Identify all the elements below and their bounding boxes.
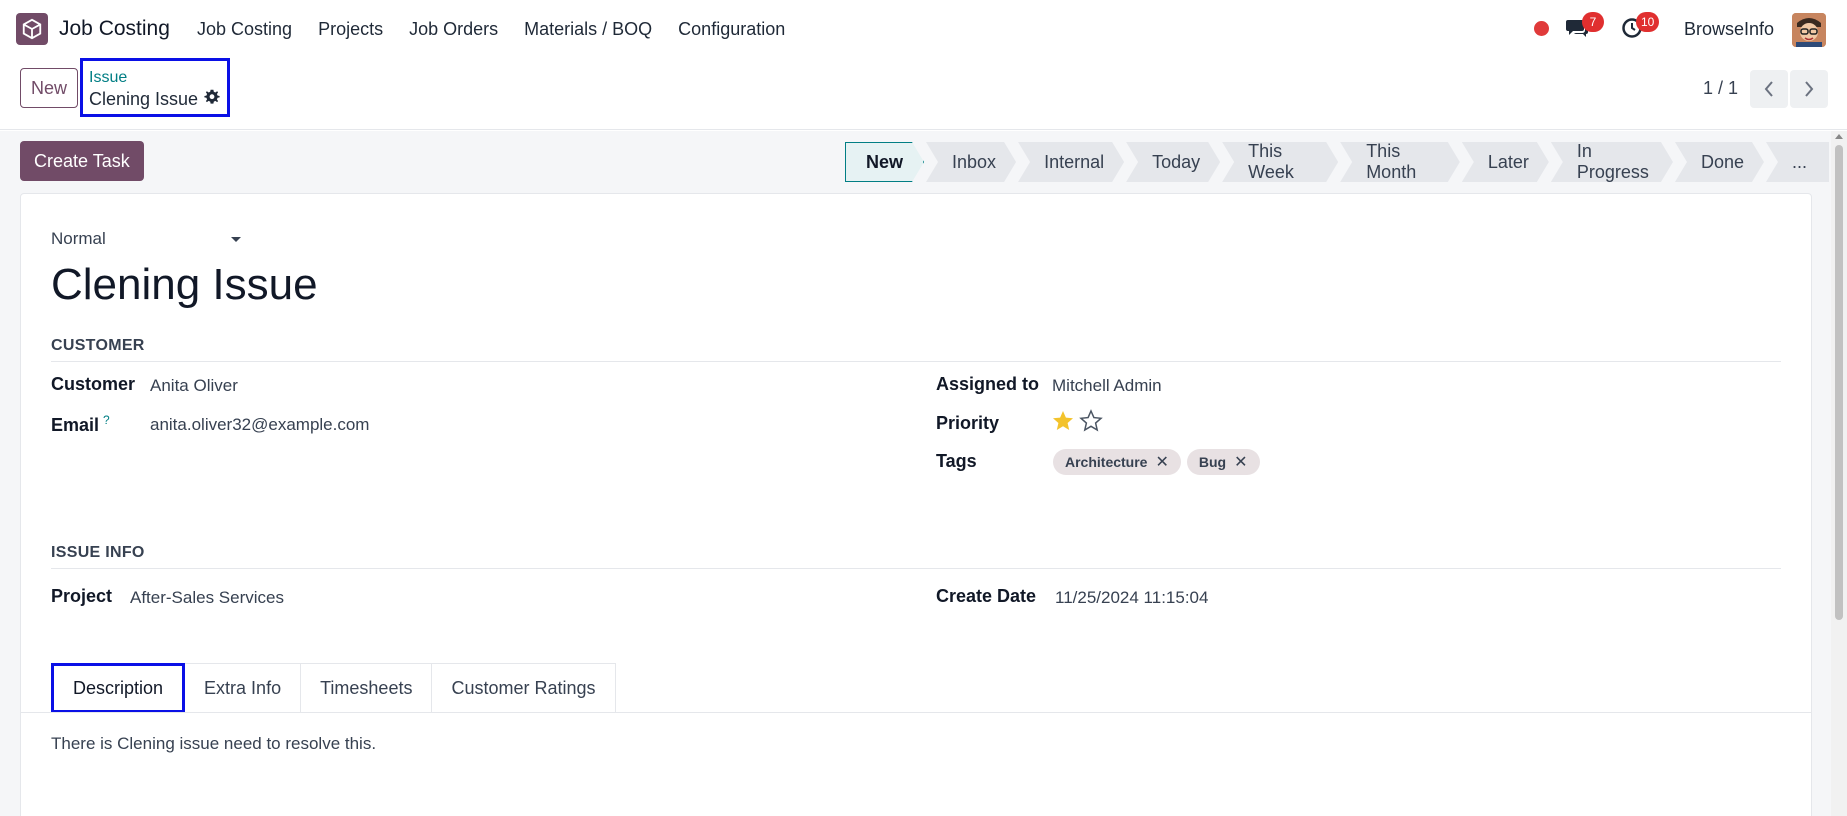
stage-statusbar: New Inbox Internal Today This Week This … [845, 142, 1831, 182]
stage-inbox[interactable]: Inbox [926, 142, 1016, 182]
menu-configuration[interactable]: Configuration [678, 19, 785, 40]
new-button[interactable]: New [20, 68, 78, 108]
stage-this-week[interactable]: This Week [1222, 142, 1338, 182]
notebook-tabs: Description Extra Info Timesheets Custom… [51, 663, 616, 713]
priority-select-value: Normal [51, 229, 106, 248]
star-filled-icon[interactable] [1051, 409, 1075, 438]
avatar[interactable] [1792, 13, 1826, 47]
issue-info-section-heading: ISSUE INFO [51, 544, 1781, 569]
scrollbar-thumb[interactable] [1835, 145, 1843, 620]
pager-previous-button[interactable] [1750, 70, 1788, 108]
project-label: Project [51, 586, 113, 606]
stage-done[interactable]: Done [1675, 142, 1764, 182]
tab-description[interactable]: Description [51, 663, 186, 713]
gear-icon[interactable] [204, 89, 220, 110]
app-name[interactable]: Job Costing [59, 17, 170, 41]
stage-in-progress[interactable]: In Progress [1551, 142, 1673, 182]
email-label-text: Email [51, 415, 100, 435]
chat-count-badge: 7 [1582, 12, 1604, 32]
priority-label: Priority [936, 413, 1000, 433]
remove-tag-icon[interactable]: ✕ [1234, 452, 1247, 472]
remove-tag-icon[interactable]: ✕ [1155, 452, 1168, 472]
menu-job-orders[interactable]: Job Orders [409, 19, 498, 40]
menu-materials-boq[interactable]: Materials / BOQ [524, 19, 652, 40]
create-date-field[interactable]: 11/25/2024 11:15:04 [1055, 588, 1208, 608]
stage-new[interactable]: New [845, 142, 924, 182]
assigned-to-field[interactable]: Mitchell Admin [1052, 376, 1162, 396]
chevron-right-icon [1805, 81, 1814, 97]
email-field[interactable]: anita.oliver32@example.com [150, 415, 369, 435]
pager-next-button[interactable] [1790, 70, 1828, 108]
tags-label: Tags [936, 451, 977, 471]
tag-label: Bug [1198, 454, 1227, 470]
scrollbar[interactable] [1831, 131, 1847, 816]
customer-field[interactable]: Anita Oliver [150, 376, 238, 396]
tab-divider [21, 712, 1811, 713]
stage-today[interactable]: Today [1126, 142, 1220, 182]
tags-field[interactable]: Architecture ✕ Bug ✕ [1053, 449, 1260, 475]
form-sheet: Normal Clening Issue CUSTOMER Customer A… [20, 193, 1812, 816]
priority-stars [1051, 409, 1103, 438]
priority-select[interactable]: Normal [51, 229, 241, 249]
breadcrumb-current: Clening Issue [89, 89, 227, 110]
chevron-left-icon [1764, 81, 1773, 97]
status-dot-icon[interactable] [1534, 21, 1549, 36]
user-menu-name[interactable]: BrowseInfo [1684, 19, 1774, 40]
tab-customer-ratings[interactable]: Customer Ratings [432, 663, 616, 713]
email-label: Email? [51, 413, 110, 436]
tag-chip: Bug ✕ [1186, 449, 1260, 475]
box-icon[interactable] [16, 13, 48, 45]
assigned-to-label: Assigned to [936, 374, 1040, 394]
pager-value[interactable]: 1 / 1 [1703, 78, 1738, 99]
customer-label: Customer [51, 374, 136, 394]
activity-count-badge: 10 [1636, 12, 1660, 32]
create-task-button[interactable]: Create Task [20, 141, 144, 181]
stage-this-month[interactable]: This Month [1340, 142, 1460, 182]
stage-more[interactable]: ... [1765, 142, 1829, 182]
description-content[interactable]: There is Clening issue need to resolve t… [51, 734, 376, 754]
form-workspace: Create Task New Inbox Internal Today Thi… [0, 131, 1831, 816]
top-navbar: Job Costing Job Costing Projects Job Ord… [0, 0, 1847, 58]
record-title[interactable]: Clening Issue [51, 260, 318, 310]
tab-timesheets[interactable]: Timesheets [301, 663, 433, 713]
star-empty-icon[interactable] [1079, 409, 1103, 438]
stage-later[interactable]: Later [1462, 142, 1549, 182]
scroll-up-icon[interactable] [1835, 134, 1843, 139]
menu-projects[interactable]: Projects [318, 19, 383, 40]
control-panel: New Issue Clening Issue 1 / 1 [0, 58, 1847, 130]
menu-job-costing[interactable]: Job Costing [197, 19, 292, 40]
caret-down-icon [231, 237, 241, 242]
project-field[interactable]: After-Sales Services [130, 588, 284, 608]
stage-internal[interactable]: Internal [1018, 142, 1124, 182]
tab-extra-info[interactable]: Extra Info [185, 663, 302, 713]
breadcrumb: Issue Clening Issue [80, 58, 230, 117]
customer-section-heading: CUSTOMER [51, 337, 1781, 362]
create-date-label: Create Date [936, 586, 1037, 606]
main-menu: Job Costing Projects Job Orders Material… [197, 19, 785, 40]
email-help-tooltip[interactable]: ? [103, 413, 110, 427]
tag-label: Architecture [1065, 454, 1148, 470]
breadcrumb-parent-link[interactable]: Issue [89, 69, 227, 87]
breadcrumb-current-label: Clening Issue [89, 89, 199, 109]
tag-chip: Architecture ✕ [1053, 449, 1181, 475]
